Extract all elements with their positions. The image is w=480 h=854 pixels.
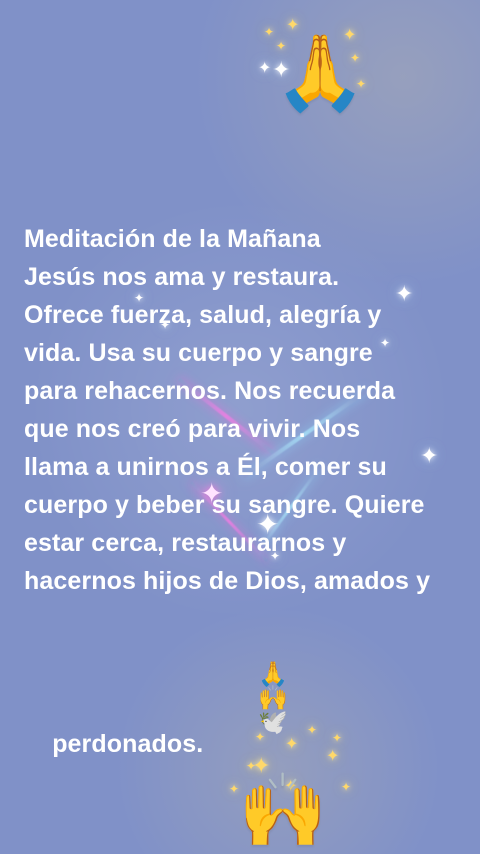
message-line-text: perdonados. (52, 730, 204, 758)
message-line: estar cerca, restaurarnos y (24, 529, 347, 557)
message-line: que nos creó para vivir. Nos (24, 415, 361, 443)
inline-emoji-row: 🙏 🙌 🕊️ (207, 638, 288, 758)
meditation-message: Meditación de la Mañana Jesús nos ama y … (24, 220, 454, 801)
message-line: Jesús nos ama y restaura. (24, 263, 340, 291)
praying-hands-icon: 🙏 (274, 30, 367, 116)
message-line-final: perdonados. 🙏 🙌 🕊️ (24, 600, 454, 801)
dove-icon: 🕊️ (258, 708, 289, 736)
message-line: Ofrece fuerza, salud, alegría y (24, 301, 382, 329)
message-line: vida. Usa su cuerpo y sangre (24, 339, 373, 367)
message-line: cuerpo y beber su sangre. Quiere (24, 491, 425, 519)
top-decoration: 🙏 (250, 8, 367, 120)
message-line: hacernos hijos de Dios, amados y (24, 567, 431, 595)
message-line: para rehacernos. Nos recuerda (24, 377, 396, 405)
message-line: llama a unirnos a Él, comer su (24, 453, 387, 481)
message-line: Meditación de la Mañana (24, 225, 321, 253)
